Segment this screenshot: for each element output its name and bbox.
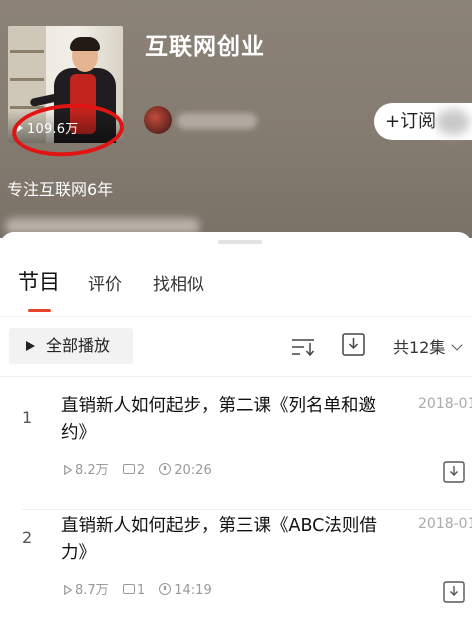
episode-date: 2018-01	[418, 516, 472, 532]
episode-plays: 8.2万	[75, 463, 109, 478]
subscribe-button[interactable]: +订阅	[374, 103, 472, 140]
play-icon	[64, 465, 72, 475]
episode-row[interactable]: 1 直销新人如何起步，第二课《列名单和邀约》 2018-01 8.2万 2 20…	[0, 390, 472, 518]
comment-icon	[122, 584, 135, 594]
album-description: 专注互联网6年	[7, 180, 114, 199]
tab-similar[interactable]: 找相似	[153, 270, 204, 295]
content-sheet: 节目 评价 找相似 全部播放 共12集 1 直销新人如何起步，第二课《列名单和邀…	[0, 232, 472, 603]
download-icon[interactable]	[443, 581, 465, 603]
play-all-button[interactable]: 全部播放	[9, 328, 133, 364]
play-icon	[64, 585, 72, 595]
episode-count: 共12集	[393, 338, 446, 357]
clock-icon	[159, 583, 172, 595]
episode-toolbar: 全部播放 共12集	[0, 328, 472, 366]
episode-comments: 1	[136, 583, 146, 598]
album-title: 互联网创业	[145, 34, 265, 60]
divider	[0, 316, 472, 317]
comment-icon	[122, 464, 135, 474]
episode-meta: 8.2万 2 20:26	[64, 459, 222, 478]
episode-duration: 14:19	[174, 583, 212, 598]
episode-duration: 20:26	[174, 463, 212, 478]
chevron-down-icon	[451, 339, 464, 351]
episode-index: 1	[22, 408, 33, 427]
play-icon	[26, 341, 35, 351]
play-count-value: 109.6万	[27, 122, 79, 137]
author-name-blurred[interactable]	[177, 113, 257, 129]
active-tab-indicator	[28, 309, 51, 312]
episode-date: 2018-01	[418, 396, 472, 412]
episode-comments: 2	[136, 463, 146, 478]
author-avatar[interactable]	[144, 106, 172, 134]
subscribe-label: +订阅	[385, 111, 437, 132]
divider	[0, 376, 472, 377]
episode-title[interactable]: 直销新人如何起步，第三课《ABC法则借力》	[61, 513, 391, 567]
tab-episodes[interactable]: 节目	[18, 266, 60, 296]
episode-count-selector[interactable]: 共12集	[393, 334, 464, 358]
play-all-label: 全部播放	[46, 336, 111, 355]
episode-index: 2	[22, 528, 33, 547]
download-icon[interactable]	[443, 461, 465, 483]
album-header: 109.6万 互联网创业 +订阅 专注互联网6年	[0, 0, 472, 238]
tab-reviews[interactable]: 评价	[88, 270, 122, 295]
sort-icon[interactable]	[291, 338, 315, 356]
play-count: 109.6万	[17, 118, 78, 137]
clock-icon	[159, 463, 172, 475]
tab-bar: 节目 评价 找相似	[0, 270, 472, 320]
play-icon	[17, 124, 23, 132]
episode-title[interactable]: 直销新人如何起步，第二课《列名单和邀约》	[61, 393, 391, 447]
episode-row[interactable]: 2 直销新人如何起步，第三课《ABC法则借力》 2018-01 8.7万 1 1…	[0, 510, 472, 638]
download-icon[interactable]	[342, 333, 365, 356]
drag-handle[interactable]	[218, 240, 262, 244]
